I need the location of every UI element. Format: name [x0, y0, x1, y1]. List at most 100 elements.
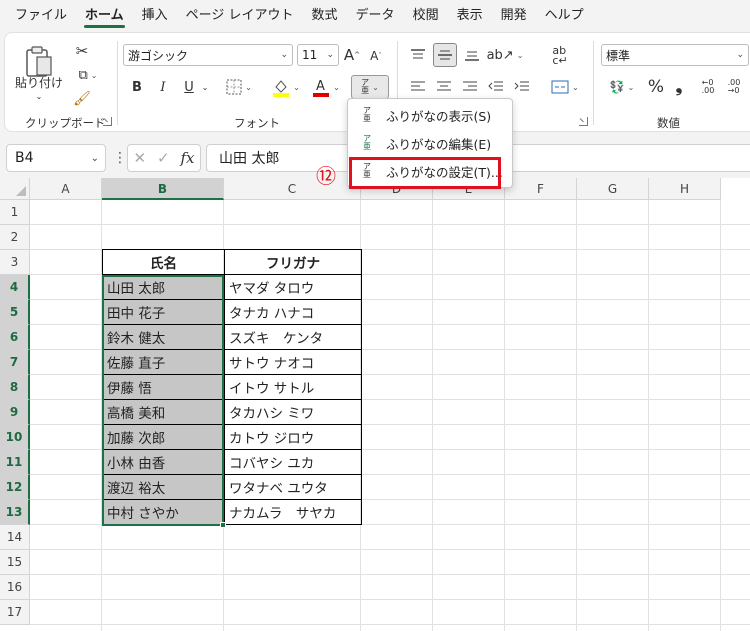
copy-icon[interactable]: ⧉ ⌄	[69, 65, 107, 85]
row-header-2[interactable]: 2	[0, 225, 30, 250]
tab-review[interactable]: 校閲	[404, 0, 448, 32]
tab-view[interactable]: 表示	[448, 0, 492, 32]
header-cell-furigana[interactable]: フリガナ	[224, 249, 362, 275]
row-header-15[interactable]: 15	[0, 550, 30, 575]
row-header-14[interactable]: 14	[0, 525, 30, 550]
cut-icon[interactable]: ✂	[71, 41, 93, 61]
column-header-f[interactable]: F	[505, 178, 577, 200]
percent-style-button[interactable]: %	[645, 77, 667, 97]
align-center-icon[interactable]	[433, 77, 455, 97]
row-header-9[interactable]: 9	[0, 400, 30, 425]
paste-button-label[interactable]: 貼り付け	[15, 73, 63, 91]
row-header-12[interactable]: 12	[0, 475, 30, 500]
row-header-10[interactable]: 10	[0, 425, 30, 450]
table-cell-name[interactable]: 加藤 次郎	[102, 424, 225, 450]
align-middle-icon[interactable]	[433, 43, 457, 67]
format-painter-icon[interactable]: 🖌	[71, 89, 93, 109]
row-header-1[interactable]: 1	[0, 200, 30, 225]
tab-data[interactable]: データ	[347, 0, 404, 32]
alignment-launcher-icon[interactable]	[579, 117, 588, 126]
table-cell-furigana[interactable]: ナカムラ サヤカ	[224, 499, 362, 525]
tab-formulas[interactable]: 数式	[303, 0, 347, 32]
increase-indent-icon[interactable]	[511, 77, 533, 97]
comma-style-button[interactable]: ❟	[670, 77, 688, 97]
tab-insert[interactable]: 挿入	[133, 0, 177, 32]
underline-button[interactable]: U	[179, 77, 199, 97]
number-format-select[interactable]: 標準 ⌄	[601, 44, 749, 66]
name-box[interactable]: B4 ⌄	[6, 144, 106, 172]
row-header-16[interactable]: 16	[0, 575, 30, 600]
decrease-indent-icon[interactable]	[485, 77, 507, 97]
row-header-5[interactable]: 5	[0, 300, 30, 325]
worksheet-grid[interactable]: ABCDEFGH 1 2 3 4 5 6 7 8 9 10 11 12 13 14 15 16 17 氏名 フリガ…	[0, 178, 750, 631]
decrease-decimal-icon[interactable]: .00 →0	[723, 77, 745, 97]
row-header-13[interactable]: 13	[0, 500, 30, 525]
bold-button[interactable]: B	[127, 77, 147, 97]
table-cell-name[interactable]: 田中 花子	[102, 299, 225, 325]
increase-font-size-icon[interactable]: A ^	[342, 44, 362, 66]
merge-center-button[interactable]: ⌄	[547, 77, 583, 97]
row-header-4[interactable]: 4	[0, 275, 30, 300]
menu-item-edit-furigana[interactable]: ア亜 ふりがなの編集(E)	[348, 129, 512, 157]
italic-button[interactable]: I	[153, 77, 173, 97]
furigana-button[interactable]: ア亜 ⌄	[351, 75, 389, 99]
column-header-g[interactable]: G	[577, 178, 649, 200]
font-size-select[interactable]: 11 ⌄	[297, 44, 339, 66]
decrease-font-size-icon[interactable]: Aˇ	[367, 46, 385, 66]
wrap-text-icon[interactable]: ab c↵	[549, 45, 571, 67]
row-header-8[interactable]: 8	[0, 375, 30, 400]
header-cell-name[interactable]: 氏名	[102, 249, 225, 275]
fill-handle[interactable]	[220, 522, 226, 528]
row-header-6[interactable]: 6	[0, 325, 30, 350]
row-header-7[interactable]: 7	[0, 350, 30, 375]
table-cell-furigana[interactable]: スズキ ケンタ	[224, 324, 362, 350]
row-header-3[interactable]: 3	[0, 250, 30, 275]
table-cell-name[interactable]: 渡辺 裕太	[102, 474, 225, 500]
align-bottom-icon[interactable]	[461, 45, 483, 65]
enter-icon[interactable]: ✓	[157, 149, 170, 167]
tab-file[interactable]: ファイル	[6, 0, 76, 32]
column-header-b[interactable]: B	[102, 178, 224, 200]
table-cell-furigana[interactable]: サトウ ナオコ	[224, 349, 362, 375]
table-cell-furigana[interactable]: タカハシ ミワ	[224, 399, 362, 425]
table-cell-name[interactable]: 伊藤 悟	[102, 374, 225, 400]
borders-button[interactable]: ⌄	[221, 77, 257, 97]
more-icon[interactable]: ⋮	[113, 150, 127, 166]
table-cell-name[interactable]: 中村 さやか	[102, 499, 225, 525]
select-all-corner[interactable]	[0, 178, 30, 200]
align-top-icon[interactable]	[407, 45, 429, 65]
row-header-17[interactable]: 17	[0, 600, 30, 625]
accounting-format-icon[interactable]: 💱 ⌄	[603, 77, 641, 97]
table-cell-name[interactable]: 小林 由香	[102, 449, 225, 475]
table-cell-furigana[interactable]: ワタナベ ユウタ	[224, 474, 362, 500]
table-cell-furigana[interactable]: カトウ ジロウ	[224, 424, 362, 450]
underline-chevron-icon[interactable]: ⌄	[199, 77, 211, 97]
font-color-button[interactable]: A ⌄	[309, 75, 343, 99]
table-cell-name[interactable]: 鈴木 健太	[102, 324, 225, 350]
column-header-c[interactable]: C	[224, 178, 361, 200]
tab-page-layout[interactable]: ページ レイアウト	[177, 0, 303, 32]
orientation-icon[interactable]: ab↗ ⌄	[487, 45, 524, 65]
tab-help[interactable]: ヘルプ	[536, 0, 593, 32]
tab-developer[interactable]: 開発	[492, 0, 536, 32]
row-header-11[interactable]: 11	[0, 450, 30, 475]
column-header-h[interactable]: H	[649, 178, 721, 200]
font-name-select[interactable]: 游ゴシック ⌄	[123, 44, 293, 66]
table-cell-furigana[interactable]: コバヤシ ユカ	[224, 449, 362, 475]
table-cell-furigana[interactable]: タナカ ハナコ	[224, 299, 362, 325]
table-cell-name[interactable]: 高橋 美和	[102, 399, 225, 425]
increase-decimal-icon[interactable]: ←0.00	[697, 77, 719, 97]
align-right-icon[interactable]	[459, 77, 481, 97]
table-cell-name[interactable]: 佐藤 直子	[102, 349, 225, 375]
cancel-icon[interactable]: ✕	[133, 149, 146, 167]
insert-function-button[interactable]: fx	[181, 149, 195, 167]
paste-chevron-icon[interactable]: ⌄	[32, 91, 46, 101]
menu-item-show-furigana[interactable]: ア亜 ふりがなの表示(S)	[348, 101, 512, 129]
table-cell-name[interactable]: 山田 太郎	[102, 274, 225, 300]
tab-home[interactable]: ホーム	[76, 0, 133, 32]
align-left-icon[interactable]	[407, 77, 429, 97]
fill-color-button[interactable]: ⌄	[269, 75, 303, 99]
column-header-a[interactable]: A	[30, 178, 102, 200]
table-cell-furigana[interactable]: イトウ サトル	[224, 374, 362, 400]
clipboard-launcher-icon[interactable]	[103, 117, 112, 126]
